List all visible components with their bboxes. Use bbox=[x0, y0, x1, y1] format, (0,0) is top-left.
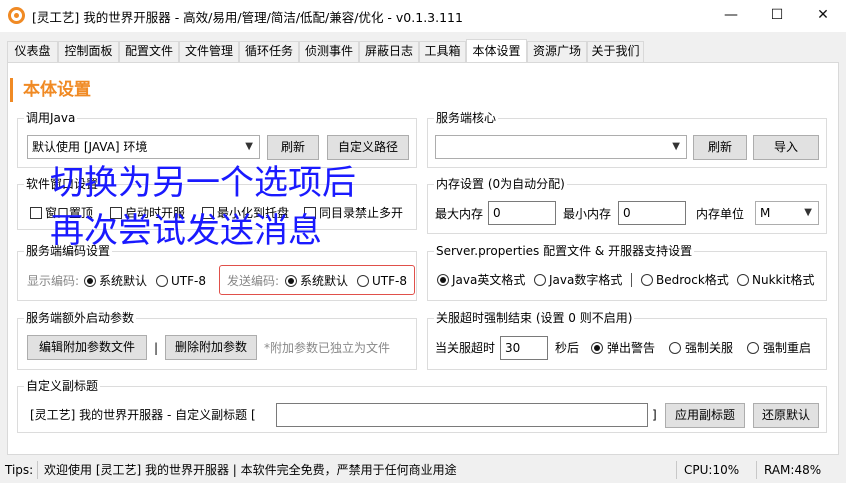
restore-default-button[interactable]: 还原默认 bbox=[753, 403, 819, 428]
apply-subtitle-button[interactable]: 应用副标题 bbox=[665, 403, 745, 428]
annotation-line-2: 再次尝试发送消息 bbox=[50, 211, 322, 251]
accent-bar bbox=[10, 78, 13, 102]
bedrock-format-radio[interactable] bbox=[641, 274, 653, 286]
max-memory-input[interactable]: 0 bbox=[488, 201, 556, 225]
timeout-force-stop-radio[interactable] bbox=[669, 342, 681, 354]
edit-extra-params-button[interactable]: 编辑附加参数文件 bbox=[27, 335, 147, 360]
status-divider bbox=[756, 461, 757, 479]
tab-file-manager[interactable]: 文件管理 bbox=[179, 41, 239, 62]
display-encoding-label: 显示编码: bbox=[27, 274, 80, 288]
timeout-force-stop-label: 强制关服 bbox=[685, 341, 734, 355]
java-custom-path-button[interactable]: 自定义路径 bbox=[327, 135, 409, 160]
title-bar: [灵工艺] 我的世界开服器 - 高效/易用/管理/简洁/低配/兼容/优化 - v… bbox=[0, 0, 846, 32]
tips-label: Tips: bbox=[5, 463, 34, 477]
chevron-down-icon: ▼ bbox=[245, 141, 253, 152]
extra-params-note: *附加参数已独立为文件 bbox=[264, 341, 391, 355]
max-memory-label: 最大内存 bbox=[435, 207, 484, 221]
memory-unit-label: 内存单位 bbox=[696, 207, 745, 221]
annotation-line-1: 切换为另一个选项后 bbox=[50, 163, 356, 203]
always-on-top-checkbox[interactable] bbox=[30, 207, 42, 219]
core-group-label: 服务端核心 bbox=[434, 110, 499, 126]
send-encoding-utf8-label: UTF-8 bbox=[372, 274, 407, 288]
memory-unit-select[interactable]: M ▼ bbox=[755, 201, 819, 225]
custom-subtitle-group-label: 自定义副标题 bbox=[24, 378, 101, 394]
min-memory-label: 最小内存 bbox=[563, 207, 612, 221]
minimize-button[interactable]: — bbox=[708, 0, 754, 32]
java-english-format-radio[interactable] bbox=[437, 274, 449, 286]
bedrock-format-label: Bedrock格式 bbox=[656, 273, 729, 287]
java-number-format-label: Java数字格式 bbox=[549, 273, 623, 287]
chevron-down-icon: ▼ bbox=[804, 207, 812, 218]
display-encoding-utf8-radio[interactable] bbox=[156, 275, 168, 287]
java-refresh-button[interactable]: 刷新 bbox=[267, 135, 319, 160]
send-encoding-utf8-radio[interactable] bbox=[357, 275, 369, 287]
ram-usage: RAM:48% bbox=[764, 463, 822, 477]
min-memory-input[interactable]: 0 bbox=[618, 201, 686, 225]
send-encoding-system-radio[interactable] bbox=[285, 275, 297, 287]
timeout-warn-radio[interactable] bbox=[591, 342, 603, 354]
status-divider bbox=[676, 461, 677, 479]
send-encoding-label: 发送编码: bbox=[227, 274, 280, 288]
tab-toolbox[interactable]: 工具箱 bbox=[419, 41, 466, 62]
display-encoding-utf8-label: UTF-8 bbox=[171, 274, 206, 288]
delete-extra-params-button[interactable]: 删除附加参数 bbox=[165, 335, 257, 360]
extra-params-separator: | bbox=[154, 341, 159, 355]
timeout-label: 当关服超时 bbox=[435, 341, 496, 355]
page-header: 本体设置 bbox=[10, 78, 837, 102]
subtitle-suffix: ] bbox=[652, 408, 657, 422]
send-encoding-system-label: 系统默认 bbox=[300, 274, 349, 288]
timeout-unit-label: 秒后 bbox=[555, 341, 580, 355]
tab-settings[interactable]: 本体设置 bbox=[466, 39, 527, 63]
status-bar: Tips: 欢迎使用 [灵工艺] 我的世界开服器 | 本软件完全免费，严禁用于任… bbox=[0, 457, 846, 483]
display-encoding-system-label: 系统默认 bbox=[99, 274, 148, 288]
subtitle-input[interactable] bbox=[276, 403, 648, 427]
memory-unit-value: M bbox=[760, 206, 771, 220]
tab-control-panel[interactable]: 控制面板 bbox=[58, 41, 119, 62]
nukkit-format-label: Nukkit格式 bbox=[752, 273, 815, 287]
subtitle-prefix: [灵工艺] 我的世界开服器 - 自定义副标题 [ bbox=[30, 408, 256, 422]
tab-resource-square[interactable]: 资源广场 bbox=[527, 41, 587, 62]
shutdown-timeout-group-label: 关服超时强制结束 (设置 0 则不启用) bbox=[434, 310, 635, 326]
core-select[interactable]: ▼ bbox=[435, 135, 687, 159]
tab-config-files[interactable]: 配置文件 bbox=[119, 41, 179, 62]
java-select-value: 默认使用 [JAVA] 环境 bbox=[32, 140, 148, 154]
tab-detect-events[interactable]: 侦测事件 bbox=[299, 41, 359, 62]
timeout-force-restart-label: 强制重启 bbox=[763, 341, 812, 355]
tab-dashboard[interactable]: 仪表盘 bbox=[7, 41, 58, 62]
java-number-format-radio[interactable] bbox=[534, 274, 546, 286]
extra-params-group-label: 服务端额外启动参数 bbox=[24, 310, 137, 326]
status-divider bbox=[37, 461, 38, 479]
nukkit-format-radio[interactable] bbox=[737, 274, 749, 286]
core-import-button[interactable]: 导入 bbox=[753, 135, 819, 160]
tips-text: 欢迎使用 [灵工艺] 我的世界开服器 | 本软件完全免费，严禁用于任何商业用途 bbox=[44, 463, 457, 477]
separator bbox=[631, 273, 632, 287]
tab-loop-tasks[interactable]: 循环任务 bbox=[239, 41, 299, 62]
memory-group-label: 内存设置 (0为自动分配) bbox=[434, 176, 567, 192]
properties-group-label: Server.properties 配置文件 & 开服器支持设置 bbox=[434, 243, 695, 259]
single-instance-label: 同目录禁止多开 bbox=[319, 206, 404, 220]
timeout-force-restart-radio[interactable] bbox=[747, 342, 759, 354]
tab-about[interactable]: 关于我们 bbox=[587, 41, 644, 62]
app-logo-icon bbox=[8, 7, 25, 24]
core-refresh-button[interactable]: 刷新 bbox=[693, 135, 747, 160]
tab-block-logs[interactable]: 屏蔽日志 bbox=[359, 41, 419, 62]
chevron-down-icon: ▼ bbox=[672, 141, 680, 152]
display-encoding-system-radio[interactable] bbox=[84, 275, 96, 287]
java-english-format-label: Java英文格式 bbox=[452, 273, 526, 287]
cpu-usage: CPU:10% bbox=[684, 463, 740, 477]
maximize-button[interactable]: ☐ bbox=[754, 0, 800, 32]
window-title: [灵工艺] 我的世界开服器 - 高效/易用/管理/简洁/低配/兼容/优化 - v… bbox=[32, 10, 463, 25]
page-title: 本体设置 bbox=[23, 80, 91, 100]
java-group-label: 调用Java bbox=[24, 110, 78, 126]
timeout-seconds-input[interactable]: 30 bbox=[500, 336, 548, 360]
timeout-warn-label: 弹出警告 bbox=[607, 341, 656, 355]
close-button[interactable]: ✕ bbox=[800, 0, 846, 32]
java-select[interactable]: 默认使用 [JAVA] 环境 ▼ bbox=[27, 135, 260, 159]
